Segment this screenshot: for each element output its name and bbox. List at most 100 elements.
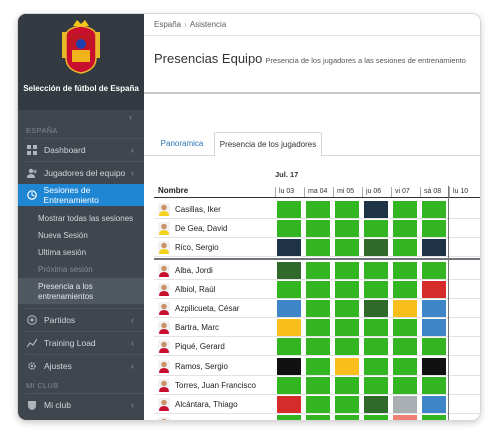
table-row[interactable]: Alba, Jordi	[154, 261, 480, 280]
attendance-cell[interactable]	[277, 319, 301, 337]
player-name[interactable]: Alba, Jordi	[175, 261, 213, 280]
table-row[interactable]: Busquets, Sergio	[154, 414, 480, 420]
attendance-cell[interactable]	[422, 357, 446, 375]
attendance-cell[interactable]	[393, 376, 417, 394]
player-name[interactable]: Azpilicueta, César	[175, 299, 239, 318]
table-row[interactable]: Alcántara, Thiago	[154, 395, 480, 414]
attendance-cell[interactable]	[364, 201, 388, 218]
attendance-cell[interactable]	[277, 415, 301, 420]
subitem-proxima-sesion[interactable]: Próxima sesión	[18, 261, 144, 278]
attendance-cell[interactable]	[277, 239, 301, 257]
tab-presencia-jugadores[interactable]: Presencia de los jugadores	[214, 132, 322, 157]
attendance-cell[interactable]	[335, 239, 359, 257]
attendance-cell[interactable]	[422, 415, 446, 420]
subitem-ultima-sesion[interactable]: Ultima sesión	[18, 244, 144, 261]
attendance-cell[interactable]	[306, 396, 330, 413]
sidebar-item-sesiones[interactable]: Sesiones de Entrenamiento	[18, 184, 144, 206]
subitem-presencia[interactable]: Presencia a los entrenamientos	[18, 278, 144, 304]
attendance-cell[interactable]	[335, 338, 359, 356]
player-name[interactable]: Piqué, Gerard	[175, 337, 225, 356]
attendance-cell[interactable]	[422, 396, 446, 413]
player-name[interactable]: Casillas, Iker	[175, 200, 221, 219]
attendance-cell[interactable]	[335, 220, 359, 238]
attendance-cell[interactable]	[422, 376, 446, 394]
attendance-cell[interactable]	[393, 201, 417, 218]
subitem-mostrar-sesiones[interactable]: Mostrar todas las sesiones	[18, 210, 144, 227]
attendance-cell[interactable]	[422, 201, 446, 218]
player-name[interactable]: Busquets, Sergio	[175, 414, 236, 420]
attendance-cell[interactable]	[306, 261, 330, 279]
attendance-cell[interactable]	[364, 396, 388, 413]
attendance-cell[interactable]	[335, 357, 359, 375]
attendance-cell[interactable]	[364, 220, 388, 238]
player-name[interactable]: Torres, Juan Francisco	[175, 376, 256, 395]
attendance-cell[interactable]	[422, 319, 446, 337]
breadcrumb-home[interactable]: España	[154, 20, 181, 29]
player-name[interactable]: Rico, Sergio	[175, 238, 219, 257]
attendance-cell[interactable]	[335, 319, 359, 337]
chevron-left-icon[interactable]: ‹	[129, 112, 132, 122]
attendance-cell[interactable]	[306, 239, 330, 257]
attendance-cell[interactable]	[393, 300, 417, 317]
attendance-cell[interactable]	[422, 338, 446, 356]
attendance-cell[interactable]	[364, 239, 388, 257]
player-name[interactable]: De Gea, David	[175, 219, 227, 238]
sidebar-brand[interactable]: Selección de fútbol de España	[18, 14, 144, 110]
attendance-cell[interactable]	[306, 415, 330, 420]
attendance-cell[interactable]	[422, 300, 446, 317]
attendance-cell[interactable]	[306, 338, 330, 356]
attendance-cell[interactable]	[335, 396, 359, 413]
attendance-cell[interactable]	[335, 415, 359, 420]
attendance-cell[interactable]	[422, 261, 446, 279]
attendance-cell[interactable]	[306, 376, 330, 394]
attendance-cell[interactable]	[277, 220, 301, 238]
attendance-cell[interactable]	[364, 376, 388, 394]
attendance-cell[interactable]	[277, 280, 301, 298]
attendance-cell[interactable]	[306, 280, 330, 298]
attendance-cell[interactable]	[306, 319, 330, 337]
attendance-cell[interactable]	[277, 396, 301, 413]
attendance-cell[interactable]	[393, 239, 417, 257]
table-row[interactable]: Ramos, Sergio	[154, 357, 480, 376]
table-row[interactable]: Bartra, Marc	[154, 318, 480, 338]
attendance-cell[interactable]	[277, 261, 301, 279]
attendance-cell[interactable]	[364, 357, 388, 375]
sidebar-item-dashboard[interactable]: Dashboard ‹	[18, 139, 144, 161]
player-name[interactable]: Albiol, Raúl	[175, 280, 215, 299]
player-name[interactable]: Alcántara, Thiago	[175, 395, 238, 414]
attendance-cell[interactable]	[277, 376, 301, 394]
attendance-cell[interactable]	[422, 280, 446, 298]
attendance-cell[interactable]	[393, 357, 417, 375]
player-name[interactable]: Ramos, Sergio	[175, 357, 228, 376]
attendance-cell[interactable]	[393, 280, 417, 298]
attendance-cell[interactable]	[393, 261, 417, 279]
attendance-cell[interactable]	[306, 201, 330, 218]
attendance-cell[interactable]	[364, 338, 388, 356]
attendance-cell[interactable]	[277, 201, 301, 218]
attendance-cell[interactable]	[422, 239, 446, 257]
attendance-cell[interactable]	[364, 415, 388, 420]
attendance-cell[interactable]	[393, 338, 417, 356]
attendance-cell[interactable]	[335, 376, 359, 394]
player-name[interactable]: Bartra, Marc	[175, 318, 219, 337]
attendance-cell[interactable]	[364, 319, 388, 337]
attendance-cell[interactable]	[422, 220, 446, 238]
attendance-cell[interactable]	[306, 220, 330, 238]
table-row[interactable]: Casillas, Iker	[154, 200, 480, 219]
attendance-cell[interactable]	[335, 300, 359, 317]
sidebar-item-training-load[interactable]: Training Load ‹	[18, 332, 144, 354]
attendance-cell[interactable]	[364, 261, 388, 279]
attendance-cell[interactable]	[364, 300, 388, 317]
attendance-cell[interactable]	[364, 280, 388, 298]
table-row[interactable]: De Gea, David	[154, 219, 480, 239]
attendance-cell[interactable]	[335, 280, 359, 298]
table-row[interactable]: Albiol, Raúl	[154, 280, 480, 299]
attendance-cell[interactable]	[393, 220, 417, 238]
attendance-cell[interactable]	[393, 415, 417, 420]
attendance-cell[interactable]	[277, 357, 301, 375]
attendance-cell[interactable]	[277, 300, 301, 317]
table-row[interactable]: Rico, Sergio	[154, 238, 480, 258]
attendance-cell[interactable]	[393, 319, 417, 337]
sidebar-item-mi-club[interactable]: Mi club ‹	[18, 394, 144, 416]
tab-panoramica[interactable]: Panoramica	[154, 132, 210, 156]
